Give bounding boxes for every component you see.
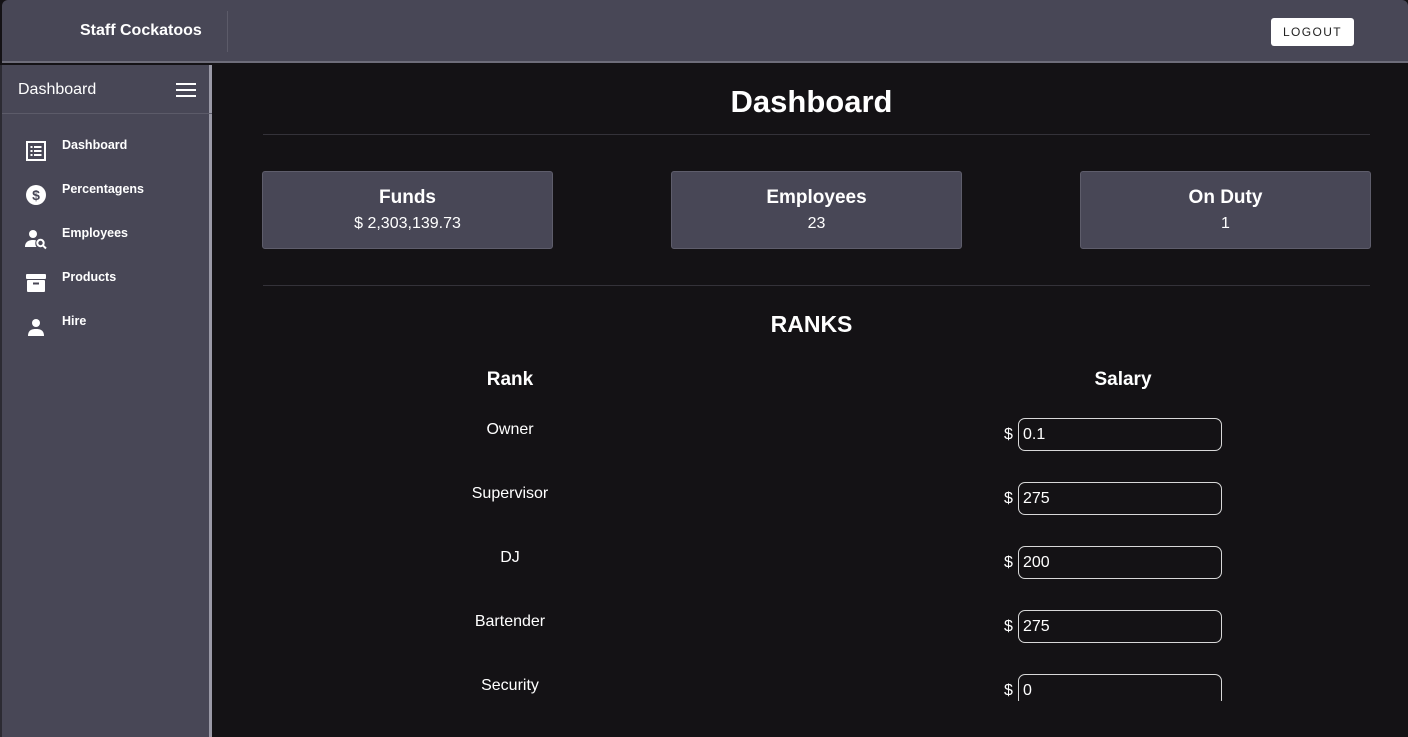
person-icon xyxy=(28,319,44,336)
sidebar-header: Dashboard xyxy=(2,65,212,114)
employees-card: Employees 23 xyxy=(671,171,962,249)
currency-symbol: $ xyxy=(1004,618,1013,635)
funds-card: Funds $ 2,303,139.73 xyxy=(262,171,553,249)
card-title: Employees xyxy=(766,187,867,208)
sidebar-item-label: Percentagens xyxy=(62,182,144,196)
hamburger-menu-icon[interactable] xyxy=(176,82,196,98)
brand-title: Staff Cockatoos xyxy=(80,22,202,39)
sidebar-item-dashboard[interactable]: Dashboard xyxy=(2,136,209,180)
card-title: On Duty xyxy=(1188,187,1263,208)
sidebar-item-label: Dashboard xyxy=(62,138,128,152)
rank-name: Owner xyxy=(486,421,534,438)
salary-column-header: Salary xyxy=(1094,369,1152,390)
rank-column-header: Rank xyxy=(486,369,534,390)
archive-box-icon xyxy=(26,274,46,292)
sidebar-title: Dashboard xyxy=(18,81,97,98)
app-window: Staff Cockatoos LOGOUT Dashboard Dashboa… xyxy=(0,0,1408,737)
svg-text:$: $ xyxy=(32,187,40,203)
sidebar-item-label: Products xyxy=(62,270,117,284)
card-title: Funds xyxy=(379,187,436,208)
sidebar-item-products[interactable]: Products xyxy=(2,268,209,312)
ranks-title: RANKS xyxy=(770,311,853,337)
sidebar-item-hire[interactable]: Hire xyxy=(2,312,209,356)
salary-input-dj[interactable] xyxy=(1018,546,1222,579)
rank-name: Bartender xyxy=(474,613,546,630)
person-search-icon xyxy=(25,230,47,250)
currency-symbol: $ xyxy=(1004,490,1013,507)
sidebar-item-percentagens[interactable]: $ Percentagens xyxy=(2,180,209,224)
rank-name: Security xyxy=(481,677,539,694)
rank-name: DJ xyxy=(500,549,520,566)
salary-input-supervisor[interactable] xyxy=(1018,482,1222,515)
main-content: Dashboard Funds $ 2,303,139.73 Employees… xyxy=(215,65,1408,737)
currency-symbol: $ xyxy=(1004,682,1013,699)
list-icon xyxy=(26,141,46,161)
sidebar: Dashboard Dashboard $ Percentagens Emplo… xyxy=(2,65,212,737)
salary-input-bartender[interactable] xyxy=(1018,610,1222,643)
dollar-circle-icon: $ xyxy=(26,185,46,205)
brand-divider xyxy=(227,11,228,52)
card-value: 23 xyxy=(807,215,826,232)
logout-button[interactable]: LOGOUT xyxy=(1271,18,1354,46)
divider xyxy=(263,285,1370,286)
on-duty-card: On Duty 1 xyxy=(1080,171,1371,249)
page-title: Dashboard xyxy=(730,84,893,119)
sidebar-item-label: Hire xyxy=(62,314,87,328)
rank-name: Supervisor xyxy=(471,485,549,502)
sidebar-item-employees[interactable]: Employees xyxy=(2,224,209,268)
divider xyxy=(263,134,1370,135)
top-bar: Staff Cockatoos LOGOUT xyxy=(2,0,1408,63)
currency-symbol: $ xyxy=(1004,426,1013,443)
salary-input-owner[interactable] xyxy=(1018,418,1222,451)
scroll-clip xyxy=(215,701,1408,737)
card-value: $ 2,303,139.73 xyxy=(354,215,461,232)
currency-symbol: $ xyxy=(1004,554,1013,571)
card-value: 1 xyxy=(1221,215,1230,232)
sidebar-item-label: Employees xyxy=(62,226,129,240)
